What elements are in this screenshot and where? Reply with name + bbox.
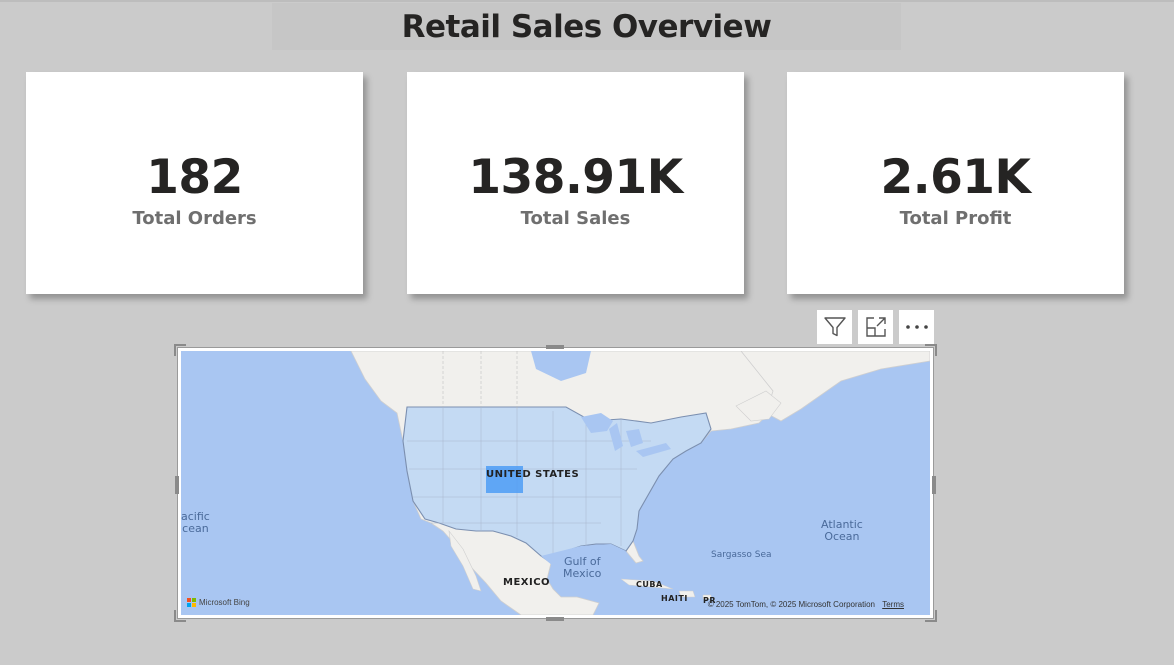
map-label-united-states: UNITED STATES (486, 469, 580, 480)
copyright-text: © 2025 TomTom, © 2025 Microsoft Corporat… (707, 600, 875, 609)
more-options-icon (905, 325, 928, 329)
filter-button[interactable] (817, 310, 852, 344)
resize-handle-left[interactable] (175, 476, 179, 494)
canvas-top-border (0, 0, 1174, 2)
kpi-card-total-profit[interactable]: 2.61K Total Profit (787, 72, 1124, 294)
more-options-button[interactable] (899, 310, 934, 344)
bing-provider-text: Microsoft Bing (199, 598, 250, 607)
map-label-cuba: CUBA (636, 580, 663, 589)
resize-handle-top[interactable] (546, 345, 564, 349)
map-label-gulf-of-mexico: Gulf of Mexico (563, 555, 602, 581)
kpi-value: 138.91K (468, 150, 683, 205)
resize-handle-bottom-right[interactable] (925, 610, 937, 622)
resize-handle-top-left[interactable] (174, 344, 186, 356)
map-label-sargasso-sea: Sargasso Sea (711, 550, 772, 560)
map-label-mexico: MEXICO (503, 577, 551, 588)
kpi-card-total-orders[interactable]: 182 Total Orders (26, 72, 363, 294)
map-visual[interactable]: UNITED STATES MEXICO CUBA HAITI PR acifi… (174, 344, 937, 622)
kpi-label: Total Sales (520, 208, 631, 229)
map-label-pacific-ocean: acific cean (181, 510, 210, 536)
kpi-value: 182 (146, 150, 243, 205)
basemap (181, 351, 930, 615)
resize-handle-bottom-left[interactable] (174, 610, 186, 622)
bing-logo: Microsoft Bing (187, 598, 250, 607)
report-title-box: Retail Sales Overview (272, 3, 901, 50)
map-label-atlantic-ocean: Atlantic Ocean (821, 518, 863, 544)
kpi-label: Total Orders (132, 208, 257, 229)
report-title: Retail Sales Overview (401, 8, 772, 45)
resize-handle-right[interactable] (932, 476, 936, 494)
focus-mode-icon (865, 317, 886, 337)
terms-link[interactable]: Terms (882, 600, 904, 609)
map-label-haiti: HAITI (661, 594, 688, 603)
microsoft-logo-icon (187, 598, 196, 607)
kpi-label: Total Profit (899, 208, 1012, 229)
resize-handle-top-right[interactable] (925, 344, 937, 356)
map-canvas[interactable]: UNITED STATES MEXICO CUBA HAITI PR acifi… (181, 351, 930, 615)
filter-icon (823, 317, 846, 337)
focus-mode-button[interactable] (858, 310, 893, 344)
resize-handle-bottom[interactable] (546, 617, 564, 621)
kpi-value: 2.61K (880, 150, 1031, 205)
kpi-card-total-sales[interactable]: 138.91K Total Sales (407, 72, 744, 294)
map-attribution: © 2025 TomTom, © 2025 Microsoft Corporat… (708, 600, 904, 609)
